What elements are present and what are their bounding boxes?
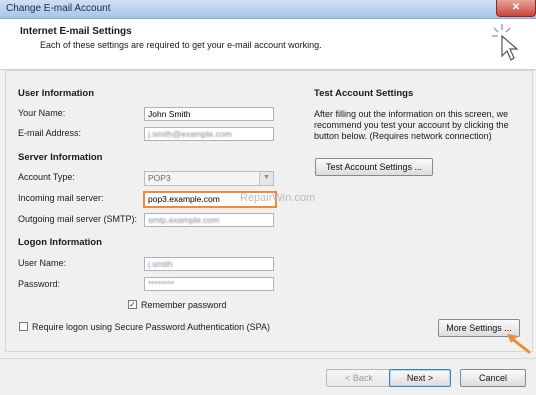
email-field[interactable]: j.smith@example.com <box>144 127 274 141</box>
account-type-label: Account Type: <box>18 172 75 182</box>
header-title: Internet E-mail Settings <box>20 26 132 37</box>
outgoing-server-label: Outgoing mail server (SMTP): <box>18 214 138 224</box>
server-info-heading: Server Information <box>18 152 103 163</box>
user-name-value: j.smith <box>148 259 173 269</box>
remember-password-checkbox[interactable]: ✓ <box>128 300 137 309</box>
window-title: Change E-mail Account <box>6 3 111 14</box>
watermark: RepairWin.com <box>240 192 316 204</box>
account-type-select: POP3 ▼ <box>144 171 274 186</box>
test-settings-heading: Test Account Settings <box>314 88 414 99</box>
dialog-header: Internet E-mail Settings Each of these s… <box>0 19 536 70</box>
outgoing-server-field[interactable]: smtp.example.com <box>144 213 274 227</box>
user-name-field[interactable]: j.smith <box>144 257 274 271</box>
incoming-server-label: Incoming mail server: <box>18 193 104 203</box>
test-description-line1: After filling out the information on thi… <box>314 109 509 119</box>
cursor-icon <box>492 24 519 61</box>
chevron-down-icon: ▼ <box>259 172 273 185</box>
next-button[interactable]: Next > <box>389 369 451 387</box>
test-description-line3: button below. (Requires network connecti… <box>314 131 492 141</box>
email-value: j.smith@example.com <box>148 129 232 139</box>
remember-password-label: Remember password <box>141 300 227 310</box>
spa-label: Require logon using Secure Password Auth… <box>32 322 270 332</box>
title-bar: Change E-mail Account ✕ <box>0 0 536 19</box>
logon-info-heading: Logon Information <box>18 237 102 248</box>
close-icon: ✕ <box>511 2 521 13</box>
password-value: ******** <box>148 279 175 289</box>
spa-checkbox[interactable] <box>19 322 28 331</box>
password-label: Password: <box>18 279 61 289</box>
your-name-field[interactable]: John Smith <box>144 107 274 121</box>
user-name-label: User Name: <box>18 258 67 268</box>
header-subtitle: Each of these settings are required to g… <box>40 40 322 50</box>
email-label: E-mail Address: <box>18 128 82 138</box>
your-name-label: Your Name: <box>18 108 66 118</box>
outgoing-server-value: smtp.example.com <box>148 215 220 225</box>
test-account-settings-button[interactable]: Test Account Settings ... <box>315 158 433 176</box>
account-type-value: POP3 <box>148 173 171 183</box>
back-button[interactable]: < Back <box>326 369 392 387</box>
annotation-arrow-icon <box>507 334 531 354</box>
password-field[interactable]: ******** <box>144 277 274 291</box>
test-description-line2: recommend you test your account by click… <box>314 120 509 130</box>
dialog-footer <box>0 358 536 395</box>
cancel-button[interactable]: Cancel <box>460 369 526 387</box>
close-button[interactable]: ✕ <box>496 0 536 17</box>
user-info-heading: User Information <box>18 88 95 99</box>
